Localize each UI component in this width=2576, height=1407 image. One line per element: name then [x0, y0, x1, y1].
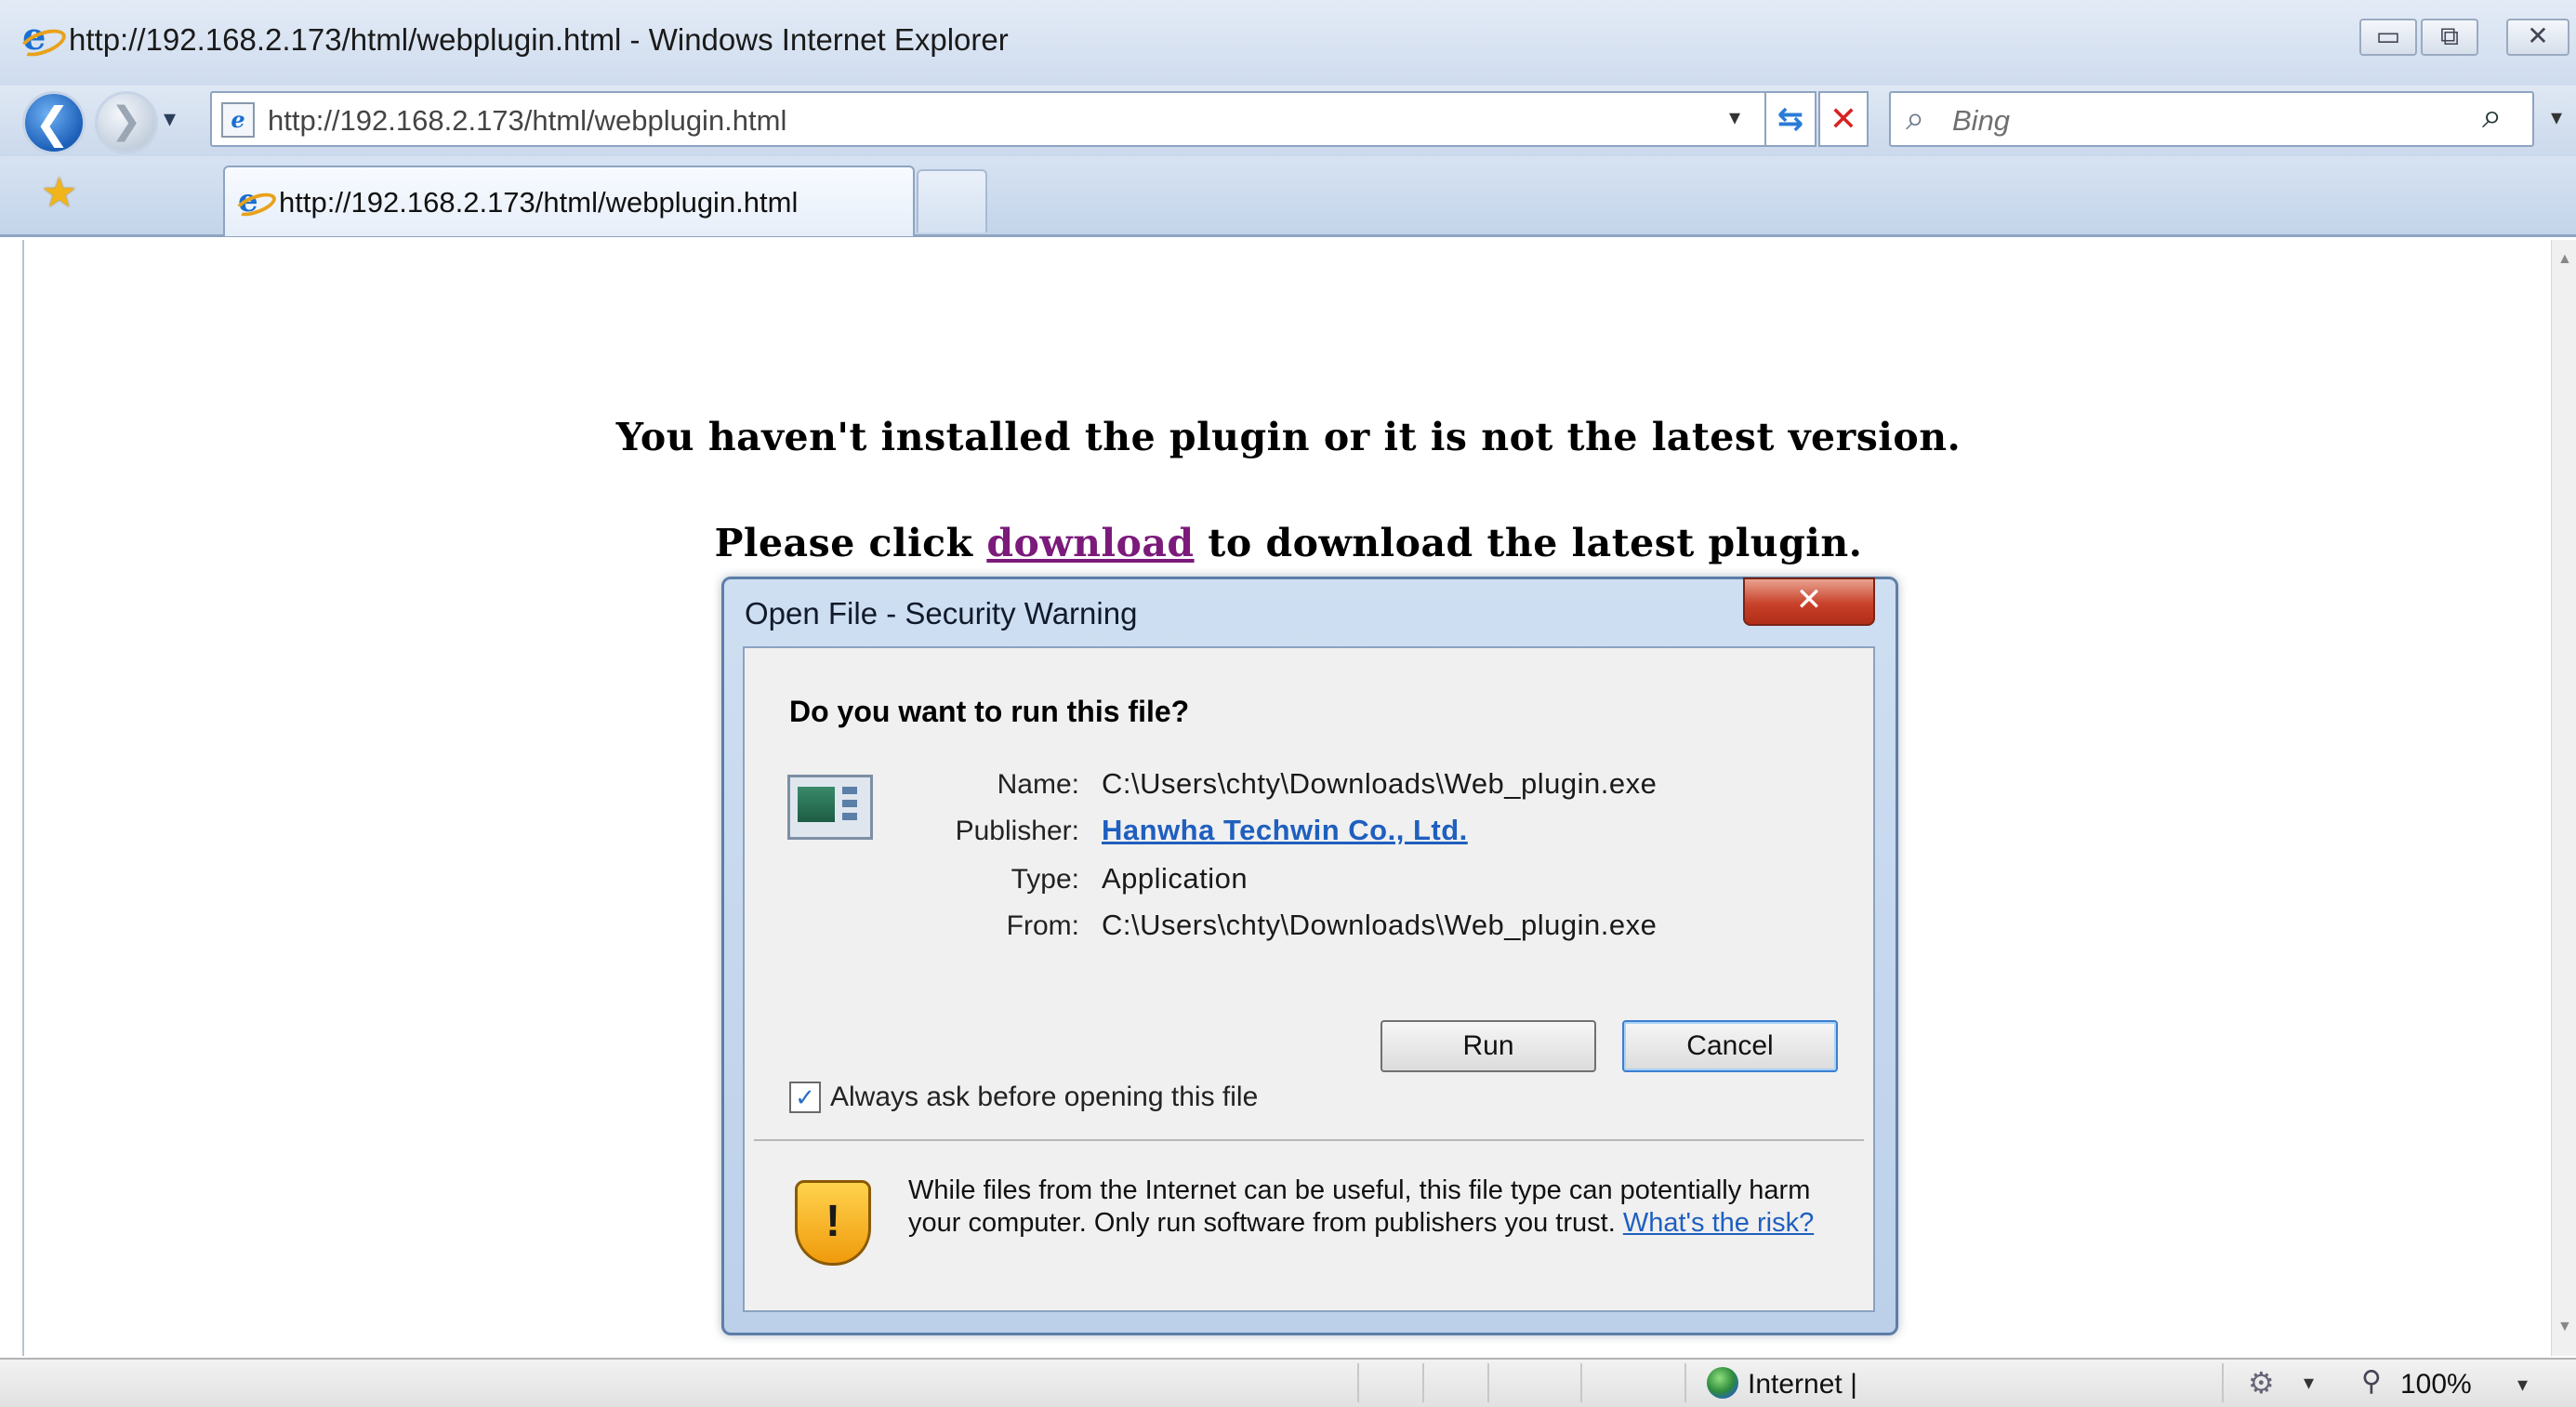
dialog-body: Do you want to run this file? Name: C:\U…	[743, 646, 1875, 1312]
search-icon[interactable]: ⌕	[2482, 97, 2502, 137]
search-box[interactable]: ⌕ Bing ⌕	[1889, 91, 2534, 147]
zoom-dropdown[interactable]: ▾	[2517, 1373, 2528, 1397]
tab-bar: ★ e http://192.168.2.173/html/webplugin.…	[0, 156, 2576, 237]
from-value: C:\Users\chty\Downloads\Web_plugin.exe	[1102, 909, 1658, 941]
dialog-title: Open File - Security Warning	[745, 596, 1138, 630]
type-value: Application	[1102, 862, 1248, 895]
recent-pages-dropdown[interactable]: ▾	[164, 104, 176, 133]
publisher-link[interactable]: Hanwha Techwin Co., Ltd.	[1102, 814, 1468, 846]
search-options-dropdown[interactable]: ▾	[2551, 104, 2562, 131]
refresh-button[interactable]: ⇆	[1764, 91, 1816, 147]
run-button[interactable]: Run	[1380, 1020, 1596, 1072]
tab-webplugin[interactable]: e http://192.168.2.173/html/webplugin.ht…	[223, 166, 915, 236]
protected-mode-dropdown[interactable]: ▾	[2304, 1371, 2314, 1395]
globe-icon	[1707, 1367, 1738, 1399]
ie-logo-icon: e	[16, 17, 70, 62]
back-arrow-icon: ❮	[34, 99, 71, 147]
scroll-up-arrow-icon[interactable]: ▲	[2557, 251, 2572, 268]
vertical-scrollbar[interactable]: ▲ ▼	[2551, 240, 2576, 1356]
minimize-button[interactable]: ▭	[2359, 19, 2417, 56]
forward-arrow-icon: ❯	[111, 100, 142, 141]
window-title: http://192.168.2.173/html/webplugin.html…	[69, 22, 1009, 57]
navigation-bar: ❮ ❯ ▾ e http://192.168.2.173/html/webplu…	[0, 86, 2576, 156]
address-bar[interactable]: e http://192.168.2.173/html/webplugin.ht…	[210, 91, 1768, 147]
status-separator	[1684, 1363, 1686, 1402]
page-icon: e	[221, 102, 255, 138]
status-bar: Internet | ⚙ ▾ ⚲ 100% ▾	[0, 1358, 2576, 1407]
shield-warning-icon: !	[795, 1180, 871, 1266]
status-separator	[2222, 1363, 2224, 1402]
dialog-close-button[interactable]: ✕	[1743, 577, 1875, 626]
status-separator	[1422, 1363, 1424, 1402]
whats-the-risk-link[interactable]: What's the risk?	[1623, 1208, 1814, 1238]
protected-mode-icon[interactable]: ⚙	[2248, 1365, 2275, 1400]
plugin-download-message: Please click download to download the la…	[24, 521, 2553, 565]
search-provider-icon: ⌕	[1906, 99, 1925, 137]
stop-button[interactable]: ✕	[1818, 91, 1869, 147]
scroll-down-arrow-icon[interactable]: ▼	[2557, 1319, 2572, 1335]
magnifier-icon[interactable]: ⚲	[2361, 1365, 2382, 1398]
new-tab-button[interactable]	[917, 169, 987, 232]
type-label: Type:	[1011, 864, 1079, 895]
status-separator	[1580, 1363, 1582, 1402]
message-prefix: Please click	[714, 521, 987, 565]
always-ask-checkbox[interactable]: ✓	[789, 1082, 821, 1113]
address-input[interactable]: http://192.168.2.173/html/webplugin.html	[268, 104, 786, 138]
always-ask-label[interactable]: Always ask before opening this file	[830, 1082, 1258, 1113]
forward-button[interactable]: ❯	[95, 91, 158, 154]
name-value: C:\Users\chty\Downloads\Web_plugin.exe	[1102, 767, 1658, 800]
plugin-message-heading: You haven't installed the plugin or it i…	[615, 415, 1962, 459]
message-suffix: to download the latest plugin.	[1194, 521, 1863, 565]
address-dropdown[interactable]: ▾	[1729, 104, 1740, 131]
from-label: From:	[1006, 910, 1079, 941]
favorites-star-icon[interactable]: ★	[41, 169, 77, 217]
dialog-question: Do you want to run this file?	[789, 695, 1190, 728]
cancel-button[interactable]: Cancel	[1622, 1020, 1838, 1072]
security-warning-dialog: Open File - Security Warning ✕ Do you wa…	[721, 577, 1898, 1335]
status-separator	[1487, 1363, 1489, 1402]
dialog-divider	[754, 1139, 1864, 1141]
status-separator	[1357, 1363, 1359, 1402]
security-zone[interactable]: Internet |	[1748, 1369, 1857, 1400]
zoom-level[interactable]: 100%	[2400, 1369, 2472, 1400]
tab-label: http://192.168.2.173/html/webplugin.html	[279, 186, 799, 219]
close-window-button[interactable]: ✕	[2506, 19, 2569, 56]
tab-favicon-icon: e	[231, 182, 280, 221]
download-link[interactable]: download	[986, 521, 1194, 565]
name-label: Name:	[997, 769, 1079, 800]
publisher-label: Publisher:	[955, 816, 1079, 846]
window-title-bar: e http://192.168.2.173/html/webplugin.ht…	[0, 0, 2576, 86]
search-input[interactable]: Bing	[1952, 104, 2010, 138]
maximize-button[interactable]: ⧉	[2421, 19, 2478, 56]
back-button[interactable]: ❮	[22, 91, 86, 154]
warning-text: While files from the Internet can be use…	[908, 1175, 1819, 1240]
application-file-icon	[787, 775, 873, 840]
